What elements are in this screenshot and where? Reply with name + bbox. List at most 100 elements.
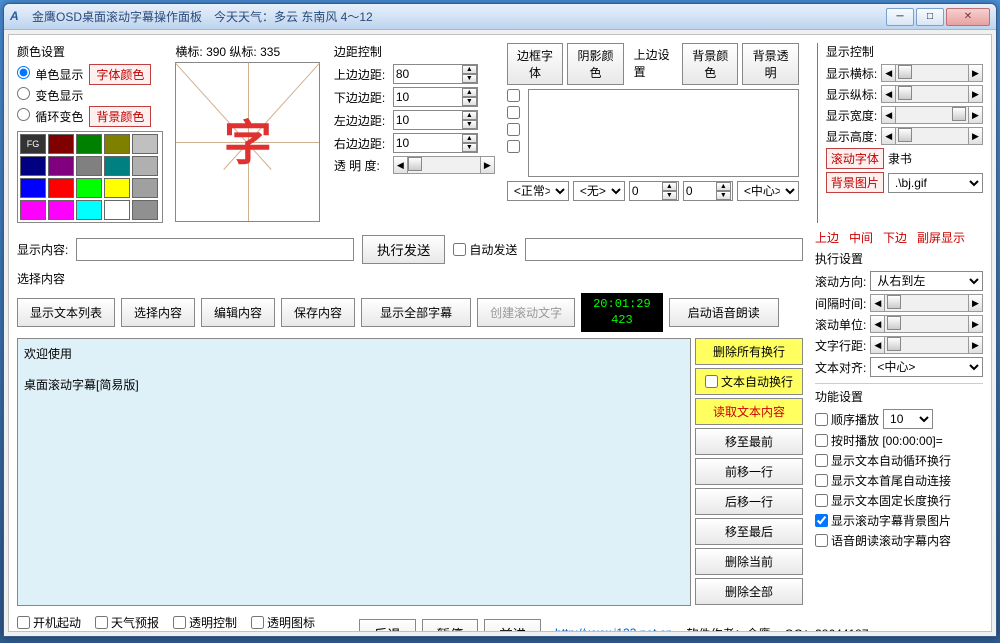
link-sub[interactable]: 副屏显示 [917,229,965,246]
combo-n1[interactable] [630,182,662,200]
align-combo[interactable]: <中心> [870,357,983,377]
show-list-button[interactable]: 显示文本列表 [17,298,115,327]
font-color-button[interactable]: 字体颜色 [89,64,151,85]
mid-chk-1[interactable] [507,89,520,102]
swatch-6[interactable] [48,156,74,176]
move-back-button[interactable]: 移至最后 [695,518,803,545]
seq-combo[interactable]: 10 [883,409,933,429]
combo-normal[interactable]: <正常> [507,181,569,201]
seq-play-check[interactable]: 顺序播放 [815,411,879,428]
spin-up[interactable]: ▲ [462,65,477,74]
autowrap-check[interactable]: 显示文本自动循环换行 [815,452,951,469]
swatch-1[interactable] [48,134,74,154]
link-mid[interactable]: 中间 [849,229,873,246]
fg-swatch[interactable]: FG [20,134,46,154]
main-textarea[interactable]: 欢迎使用 桌面滚动字幕[简易版] [17,338,691,606]
opacity-left[interactable]: ◀ [394,157,408,173]
bg-trans-button[interactable]: 背景透明 [742,43,798,85]
swatch-12[interactable] [76,178,102,198]
del-all-button[interactable]: 删除全部 [695,578,803,605]
swatch-11[interactable] [48,178,74,198]
swatch-10[interactable] [20,178,46,198]
swatch-5[interactable] [20,156,46,176]
maximize-button[interactable]: □ [916,8,944,26]
swatch-16[interactable] [48,200,74,220]
weather-check[interactable]: 天气预报 [95,614,159,631]
bg-color-button[interactable]: 背景颜色 [89,106,151,127]
forward-button[interactable]: 前进 [484,619,541,632]
margin-bottom-input[interactable] [394,88,462,106]
startup-check[interactable]: 开机起动 [17,614,81,631]
margin-right-input[interactable] [394,134,462,152]
showbg-check[interactable]: 显示滚动字幕背景图片 [815,512,951,529]
combo-none[interactable]: <无> [573,181,625,201]
move-down-button[interactable]: 后移一行 [695,488,803,515]
close-button[interactable]: ✕ [946,8,990,26]
swatch-17[interactable] [76,200,102,220]
swatch-7[interactable] [76,156,102,176]
mid-chk-2[interactable] [507,106,520,119]
read-text-button[interactable]: 读取文本内容 [695,398,803,425]
exec-send-button[interactable]: 执行发送 [362,235,445,264]
display-content-label: 显示内容: [17,241,68,258]
display-content-input[interactable] [76,238,354,261]
voice-check[interactable]: 语音朗读滚动字幕内容 [815,532,951,549]
bg-img-btn[interactable]: 背景图片 [826,172,884,193]
radio-single-color[interactable]: 单色显示 [17,66,83,83]
margin-left-input[interactable] [394,111,462,129]
margin-top-input[interactable] [394,65,462,83]
trans-icon-check[interactable]: 透明图标 [251,614,315,631]
move-front-button[interactable]: 移至最前 [695,428,803,455]
auto-wrap-check[interactable]: 文本自动换行 [695,368,803,395]
border-font-button[interactable]: 边框字体 [507,43,563,85]
del-cur-button[interactable]: 删除当前 [695,548,803,575]
timed-play-check[interactable]: 按时播放 [00:00:00]= [815,432,943,449]
swatch-19[interactable] [132,200,158,220]
edit-content-button[interactable]: 编辑内容 [201,298,275,327]
mid-textarea[interactable] [528,89,799,177]
mid-chk-4[interactable] [507,140,520,153]
minimize-button[interactable]: ─ [886,8,914,26]
auto-send-input[interactable] [525,238,803,261]
trans-ctrl-check[interactable]: 透明控制 [173,614,237,631]
auto-send-check[interactable]: 自动发送 [453,241,517,258]
move-up-button[interactable]: 前移一行 [695,458,803,485]
scroll-dir-combo[interactable]: 从右到左 [870,271,983,291]
swatch-13[interactable] [104,178,130,198]
show-all-button[interactable]: 显示全部字幕 [361,298,471,327]
shadow-color-button[interactable]: 阴影颜色 [567,43,623,85]
spin-down[interactable]: ▼ [462,74,477,83]
website-link[interactable]: http://www.j123.net.cn [555,626,672,632]
combo-n2[interactable] [684,182,716,200]
pick-content-button[interactable]: 选择内容 [121,298,195,327]
pause-button[interactable]: 暂停 [422,619,479,632]
bg-color-button2[interactable]: 背景颜色 [682,43,738,85]
bg-path-combo[interactable]: .\bj.gif [888,173,983,193]
fixed-check[interactable]: 显示文本固定长度换行 [815,492,951,509]
swatch-4[interactable] [132,134,158,154]
link-bot[interactable]: 下边 [883,229,907,246]
app-icon: A [10,9,26,25]
preview-char: 字 [224,104,272,174]
author-label: 软件作者：金鹰 [686,625,770,632]
swatch-15[interactable] [20,200,46,220]
back-button[interactable]: 后退 [359,619,416,632]
swatch-2[interactable] [76,134,102,154]
save-content-button[interactable]: 保存内容 [281,298,355,327]
opacity-right[interactable]: ▶ [480,157,494,173]
swatch-14[interactable] [132,178,158,198]
qq-label: QQ：38644187 [784,625,868,632]
swatch-18[interactable] [104,200,130,220]
radio-loop-color[interactable]: 循环变色 [17,108,83,125]
radio-var-color[interactable]: 变色显示 [17,87,83,104]
del-newlines-button[interactable]: 删除所有换行 [695,338,803,365]
swatch-8[interactable] [104,156,130,176]
mid-chk-3[interactable] [507,123,520,136]
headtail-check[interactable]: 显示文本首尾自动连接 [815,472,951,489]
scroll-font-btn[interactable]: 滚动字体 [826,148,884,169]
voice-button[interactable]: 启动语音朗读 [669,298,779,327]
swatch-3[interactable] [104,134,130,154]
link-top[interactable]: 上边 [815,229,839,246]
combo-center[interactable]: <中心> [737,181,799,201]
swatch-9[interactable] [132,156,158,176]
